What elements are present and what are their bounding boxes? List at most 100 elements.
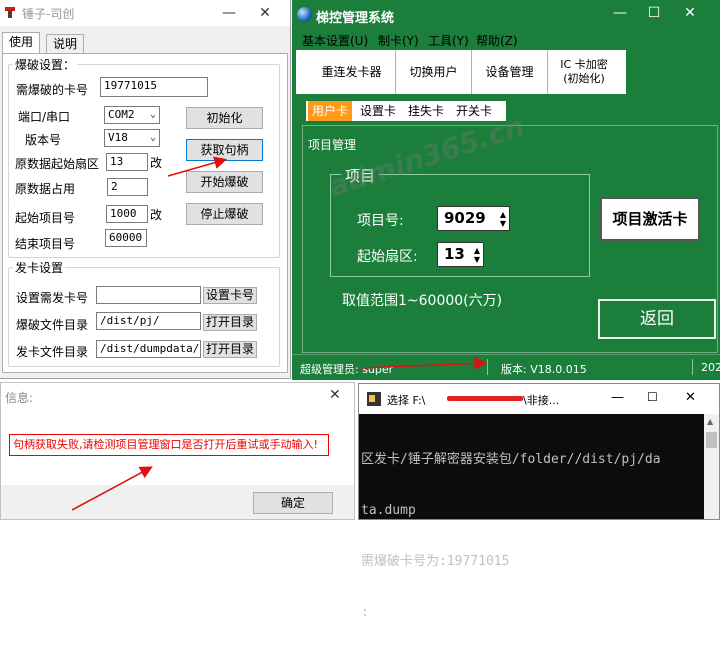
minimize-icon[interactable]: — (215, 3, 243, 23)
close-icon[interactable]: ✕ (685, 390, 696, 405)
change-sector-label[interactable]: 改 (150, 154, 162, 171)
chevron-down-icon: ⌄ (149, 109, 156, 120)
console-line: ta.dump (361, 503, 416, 518)
elevator-menubar: 基本设置(U) 制卡(Y) 工具(Y) 帮助(Z) (292, 30, 720, 50)
issue-dir-input[interactable]: /dist/dumpdata/ (96, 340, 201, 358)
version-label: 版本号 (25, 133, 62, 147)
console-titlebar: 选择 F:\ \非接... — ☐ ✕ (359, 384, 719, 414)
hammer-titlebar: 锤子-司创 — ✕ (0, 0, 290, 26)
item-number-spinner[interactable]: 9029 ▲ ▼ (437, 206, 510, 231)
card-number-label: 需爆破的卡号 (16, 83, 89, 97)
crack-settings-legend: 爆破设置： (15, 58, 76, 72)
version-select[interactable]: V18 ⌄ (104, 129, 160, 147)
spinner-arrows-icon[interactable]: ▲ ▼ (474, 246, 480, 264)
console-title-suffix: \非接... (523, 394, 560, 407)
console-app-icon (367, 392, 381, 406)
status-divider (692, 359, 693, 375)
port-value: COM2 (108, 108, 135, 121)
start-sector-label: 原数据起始扇区 (15, 157, 100, 171)
elevator-title: 梯控管理系统 (316, 11, 395, 26)
minimize-icon[interactable]: — (611, 390, 624, 405)
item-number-label: 项目号: (357, 213, 404, 229)
port-label: 端口/串口 (18, 110, 71, 124)
redaction-mark (447, 396, 523, 401)
status-divider (487, 359, 488, 375)
console-line: 需爆破卡号为:19771015 (361, 554, 510, 569)
tab-use[interactable]: 使用 (2, 32, 41, 53)
device-manage-button[interactable]: 设备管理 (472, 50, 548, 94)
status-admin: 超级管理员: super (300, 363, 394, 376)
port-select[interactable]: COM2 ⌄ (104, 106, 160, 124)
console-line: : (361, 605, 369, 620)
hammer-window: 锤子-司创 — ✕ 使用 说明 爆破设置： 需爆破的卡号 19771015 端口… (0, 0, 291, 379)
ic-encrypt-button[interactable]: IC 卡加密 (初始化) (548, 50, 620, 94)
scroll-up-icon[interactable]: ▲ (707, 417, 713, 426)
console-title-prefix: 选择 F:\ (387, 394, 426, 407)
end-item-input[interactable]: 60000 (105, 229, 147, 247)
maximize-icon[interactable]: ☐ (640, 5, 668, 21)
message-box: 信息: ✕ 句柄获取失败,请检测项目管理窗口是否打开后重试或手动输入! 确定 (0, 382, 355, 520)
open-crack-dir-button[interactable]: 打开目录 (203, 314, 257, 331)
issue-card-input[interactable] (96, 286, 201, 304)
start-item-input[interactable]: 1000 (106, 205, 148, 223)
start-sector-spinner[interactable]: 13 ▲ ▼ (437, 242, 484, 267)
status-version: 版本: V18.0.015 (501, 363, 587, 376)
open-issue-dir-button[interactable]: 打开目录 (203, 341, 257, 358)
get-handle-button[interactable]: 获取句柄 (186, 139, 263, 161)
tab-switch-card[interactable]: 开关卡 (452, 101, 496, 121)
crack-dir-input[interactable]: /dist/pj/ (96, 312, 201, 330)
console-line: 区发卡/锤子解密器安装包/folder//dist/pj/da (361, 452, 661, 467)
end-item-label: 结束项目号 (15, 237, 76, 251)
elevator-statusbar: 超级管理员: super 版本: V18.0.015 202 (292, 354, 720, 381)
tab-user-card[interactable]: 用户卡 (308, 101, 353, 121)
elevator-toolbar: 重连发卡器 切换用户 设备管理 IC 卡加密 (初始化) (296, 50, 626, 94)
minimize-icon[interactable]: — (606, 5, 634, 21)
stop-crack-button[interactable]: 停止爆破 (186, 203, 263, 225)
error-message: 句柄获取失败,请检测项目管理窗口是否打开后重试或手动输入! (9, 434, 329, 456)
tab-loss-card[interactable]: 挂失卡 (404, 101, 448, 121)
maximize-icon[interactable]: ☐ (647, 390, 658, 404)
elevator-window: 梯控管理系统 — ☐ ✕ 基本设置(U) 制卡(Y) 工具(Y) 帮助(Z) 重… (292, 0, 720, 380)
start-crack-button[interactable]: 开始爆破 (186, 171, 263, 193)
switch-user-button[interactable]: 切换用户 (396, 50, 472, 94)
console-window: 选择 F:\ \非接... — ☐ ✕ 区发卡/锤子解密器安装包/folder/… (358, 383, 720, 620)
spinner-arrows-icon[interactable]: ▲ ▼ (500, 210, 506, 228)
chevron-down-icon: ⌄ (149, 132, 156, 143)
hammer-title: 锤子-司创 (22, 7, 75, 21)
crack-dir-label: 爆破文件目录 (16, 318, 89, 332)
scroll-thumb[interactable] (706, 432, 717, 448)
version-value: V18 (108, 131, 128, 144)
hammer-tabs: 使用 说明 (2, 32, 122, 54)
hammer-app-icon (5, 7, 15, 18)
tab-setting-card[interactable]: 设置卡 (356, 101, 400, 121)
menu-help[interactable]: 帮助(Z) (476, 32, 518, 49)
data-usage-input[interactable]: 2 (107, 178, 148, 196)
start-sector-input[interactable]: 13 (106, 153, 148, 171)
reconnect-issuer-button[interactable]: 重连发卡器 (308, 50, 396, 94)
change-item-label[interactable]: 改 (150, 206, 162, 223)
data-usage-label: 原数据占用 (15, 182, 76, 196)
activate-project-button[interactable]: 项目激活卡 (600, 197, 700, 241)
issue-card-label: 设置需发卡号 (16, 291, 89, 305)
card-number-input[interactable]: 19771015 (100, 77, 208, 97)
set-card-button[interactable]: 设置卡号 (203, 287, 257, 304)
menu-make-card[interactable]: 制卡(Y) (378, 32, 419, 49)
back-button[interactable]: 返回 (598, 299, 716, 339)
card-tabs: 用户卡 设置卡 挂失卡 开关卡 (306, 101, 506, 121)
tab-help[interactable]: 说明 (46, 34, 85, 53)
start-sector-label: 起始扇区: (357, 249, 418, 265)
close-icon[interactable]: ✕ (251, 3, 279, 23)
ok-button[interactable]: 确定 (253, 492, 333, 514)
globe-icon (297, 7, 312, 22)
menu-tools[interactable]: 工具(Y) (428, 32, 469, 49)
project-management-title: 项目管理 (308, 138, 357, 152)
init-button[interactable]: 初始化 (186, 107, 263, 129)
item-number-value: 9029 (444, 209, 486, 227)
menu-basic-settings[interactable]: 基本设置(U) (302, 32, 368, 49)
console-scrollbar[interactable]: ▲ (704, 414, 719, 519)
start-sector-value: 13 (444, 245, 465, 263)
close-icon[interactable]: ✕ (329, 387, 341, 403)
range-hint: 取值范围1~60000(六万) (342, 293, 503, 309)
ic-encrypt-line1: IC 卡加密 (560, 58, 608, 71)
close-icon[interactable]: ✕ (676, 5, 704, 21)
